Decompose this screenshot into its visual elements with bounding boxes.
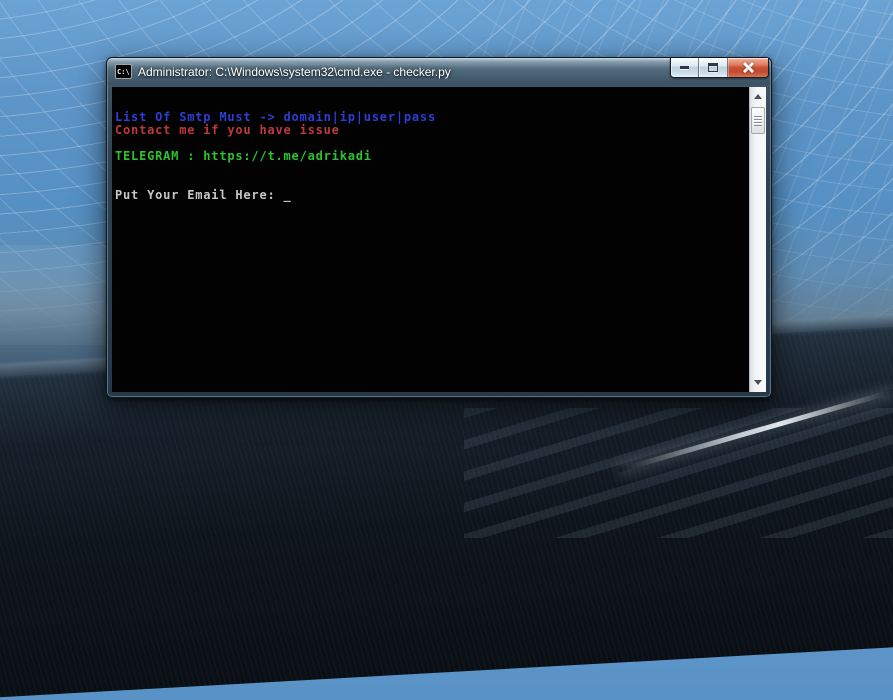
telegram-line: TELEGRAM : https://t.me/adrikadi [115, 150, 749, 163]
minimize-button[interactable] [671, 58, 699, 77]
terminal-output[interactable]: List Of Smtp Must -> domain|ip|user|pass… [112, 87, 749, 392]
cmd-icon: C:\ [115, 64, 132, 79]
scroll-up-button[interactable] [750, 89, 766, 104]
text-cursor: _ [284, 189, 292, 202]
console-client-area: List Of Smtp Must -> domain|ip|user|pass… [112, 87, 766, 392]
wallpaper-diagonal-bands [464, 408, 893, 538]
scroll-down-button[interactable] [750, 375, 766, 390]
thumb-grip-icon [754, 116, 762, 126]
minimize-icon [680, 66, 689, 69]
maximize-icon [708, 63, 718, 72]
wallpaper-light-streak [617, 388, 893, 473]
arrow-up-icon [754, 94, 762, 99]
scrollbar-thumb[interactable] [751, 107, 765, 134]
email-prompt-line: Put Your Email Here: _ [115, 189, 749, 202]
cmd-icon-label: C:\ [117, 68, 130, 76]
close-button[interactable] [728, 58, 768, 77]
terminal-scrollbar[interactable] [749, 87, 766, 392]
maximize-button[interactable] [699, 58, 728, 77]
contact-line: Contact me if you have issue [115, 124, 749, 137]
window-controls [670, 58, 769, 78]
blank-line [115, 163, 749, 176]
arrow-down-icon [754, 380, 762, 385]
close-icon [742, 61, 755, 74]
cmd-window: C:\ Administrator: C:\Windows\system32\c… [106, 57, 772, 398]
